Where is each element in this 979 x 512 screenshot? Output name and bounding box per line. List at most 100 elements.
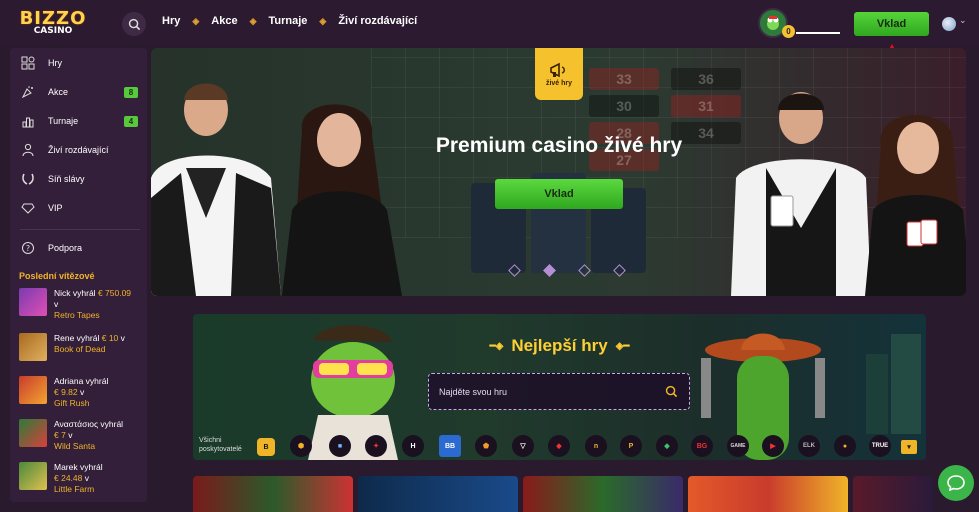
chevron-down-icon[interactable]: ⌄	[959, 15, 967, 26]
search-icon[interactable]	[665, 385, 678, 398]
provider-logo[interactable]: ✦	[365, 435, 387, 457]
winner-game[interactable]: Gift Rush	[54, 398, 89, 408]
game-card[interactable]	[523, 476, 683, 512]
sidebar-item-akce[interactable]: Akce 8	[10, 78, 147, 106]
winner-item[interactable]: Rene vyhrál € 10 v Book of Dead	[19, 333, 144, 365]
top-bar: BIZZO CASINO Hry ◈ Akce ◈ Turnaje ◈ Živí…	[0, 0, 979, 46]
provider-logo[interactable]: H	[402, 435, 424, 457]
top-games-section: ━◈ Nejlepší hry ◈━ Všichni poskytovatelé B…	[193, 314, 926, 460]
search-icon	[128, 18, 140, 30]
carousel-dot[interactable]	[613, 264, 626, 277]
game-thumbnail	[19, 288, 47, 316]
megaphone-icon	[550, 62, 565, 77]
male-dealer-cards-image	[731, 92, 871, 296]
game-card[interactable]	[358, 476, 518, 512]
provider-logo[interactable]: BB	[439, 435, 461, 457]
search-button[interactable]	[122, 12, 146, 36]
winner-amount: € 9.82	[54, 387, 78, 397]
winner-suffix: v	[54, 299, 59, 309]
game-thumbnail	[19, 462, 47, 490]
language-globe-icon[interactable]	[942, 17, 956, 31]
provider-logo[interactable]: ▽	[512, 435, 534, 457]
top-games-title: ━◈ Nejlepší hry ◈━	[193, 336, 926, 356]
game-card[interactable]	[853, 476, 933, 512]
winner-name: Rene vyhrál	[54, 333, 100, 343]
winner-name: Marek vyhrál	[54, 462, 103, 472]
carousel-dot[interactable]	[578, 264, 591, 277]
winner-suffix: v	[84, 473, 89, 483]
provider-logo[interactable]: ●	[834, 435, 856, 457]
top-games-title-text: Nejlepší hry	[511, 336, 608, 355]
deposit-button[interactable]: Vklad	[854, 12, 929, 36]
sidebar-item-hall-of-fame[interactable]: Síň slávy	[10, 165, 147, 193]
balance-placeholder	[796, 32, 840, 34]
provider-logo[interactable]: B	[257, 438, 275, 456]
title-ornament-icon: ◈━	[615, 341, 630, 353]
game-search[interactable]	[428, 373, 690, 410]
providers-dropdown-chevron-icon[interactable]: ▾	[901, 440, 917, 454]
diamond-icon	[20, 200, 36, 216]
count-badge: 4	[124, 115, 138, 127]
provider-logo[interactable]: ⬟	[475, 435, 497, 457]
nav-separator-icon: ◈	[192, 15, 200, 26]
main-nav: Hry ◈ Akce ◈ Turnaje ◈ Živí rozdávající	[162, 15, 417, 27]
provider-logo[interactable]: ▶	[762, 435, 784, 457]
providers-label[interactable]: Všichni poskytovatelé	[199, 436, 242, 454]
provider-logo[interactable]: ◆	[548, 435, 570, 457]
game-search-input[interactable]	[439, 384, 659, 400]
winner-game[interactable]: Wild Santa	[54, 441, 95, 451]
bizzo-casino-logo[interactable]: BIZZO CASINO	[18, 2, 88, 42]
nav-item-akce[interactable]: Akce	[211, 15, 237, 27]
carousel-dot-active[interactable]	[543, 264, 556, 277]
provider-logo[interactable]: ◆	[656, 435, 678, 457]
carousel-dot[interactable]	[508, 264, 521, 277]
winner-item[interactable]: Nick vyhrál € 750.09 v Retro Tapes	[19, 288, 144, 320]
winner-item[interactable]: Marek vyhrál € 24.48 v Little Farm	[19, 462, 144, 494]
nav-item-hry[interactable]: Hry	[162, 15, 180, 27]
sidebar-item-support[interactable]: ? Podpora	[10, 234, 147, 262]
laurel-icon	[20, 171, 36, 187]
sidebar-item-live-dealers[interactable]: Živí rozdávající	[10, 136, 147, 164]
sidebar-item-label: Živí rozdávající	[48, 145, 109, 155]
nav-item-turnaje[interactable]: Turnaje	[268, 15, 307, 27]
recent-winners-title: Poslední vítězové	[19, 271, 95, 281]
game-thumbnail	[19, 419, 47, 447]
nav-item-live-dealers[interactable]: Živí rozdávající	[338, 15, 417, 27]
winner-suffix: v	[68, 430, 73, 440]
game-card[interactable]	[193, 476, 353, 512]
chat-bubble-icon	[947, 475, 965, 492]
hero-deposit-button[interactable]: Vklad	[495, 179, 623, 209]
winner-amount: € 10	[101, 333, 119, 343]
chat-button[interactable]	[938, 465, 974, 501]
winner-suffix: v	[80, 387, 85, 397]
game-thumbnail	[19, 333, 47, 361]
winner-amount: € 24.48	[54, 473, 83, 483]
provider-logo[interactable]: ELK	[798, 435, 820, 457]
hero-banner[interactable]: 33 36 30 31 28 34 27 živé hry Premium ca…	[151, 48, 966, 296]
provider-logo[interactable]: TRUE	[869, 435, 891, 457]
provider-logo[interactable]: n	[585, 435, 607, 457]
logo-text-sub: CASINO	[33, 26, 73, 36]
sidebar-item-hry[interactable]: Hry	[10, 49, 147, 77]
female-dealer-cards-image	[865, 115, 966, 296]
provider-logo[interactable]: GAME	[727, 435, 749, 457]
winner-item[interactable]: Αναστάσιος vyhrál € 7 v Wild Santa	[19, 419, 144, 451]
sidebar-item-vip[interactable]: VIP	[10, 194, 147, 222]
provider-logo[interactable]: BG	[691, 435, 713, 457]
providers-label-line2: poskytovatelé	[199, 446, 242, 453]
female-dealer-image	[282, 104, 402, 296]
winner-item[interactable]: Adriana vyhrál € 9.82 v Gift Rush	[19, 376, 144, 408]
promo-icon	[20, 84, 36, 100]
sidebar-item-label: Akce	[48, 87, 69, 97]
table-number: 36	[671, 68, 741, 90]
provider-logo[interactable]: ■	[329, 435, 351, 457]
game-card[interactable]	[688, 476, 848, 512]
winner-game[interactable]: Little Farm	[54, 484, 94, 494]
title-ornament-icon: ━◈	[489, 341, 504, 353]
winner-game[interactable]: Retro Tapes	[54, 310, 100, 320]
provider-logo[interactable]: ⬢	[290, 435, 312, 457]
provider-logo[interactable]: P	[620, 435, 642, 457]
sidebar-item-label: Podpora	[48, 243, 83, 253]
sidebar-item-turnaje[interactable]: Turnaje 4	[10, 107, 147, 135]
winner-game[interactable]: Book of Dead	[54, 344, 106, 354]
